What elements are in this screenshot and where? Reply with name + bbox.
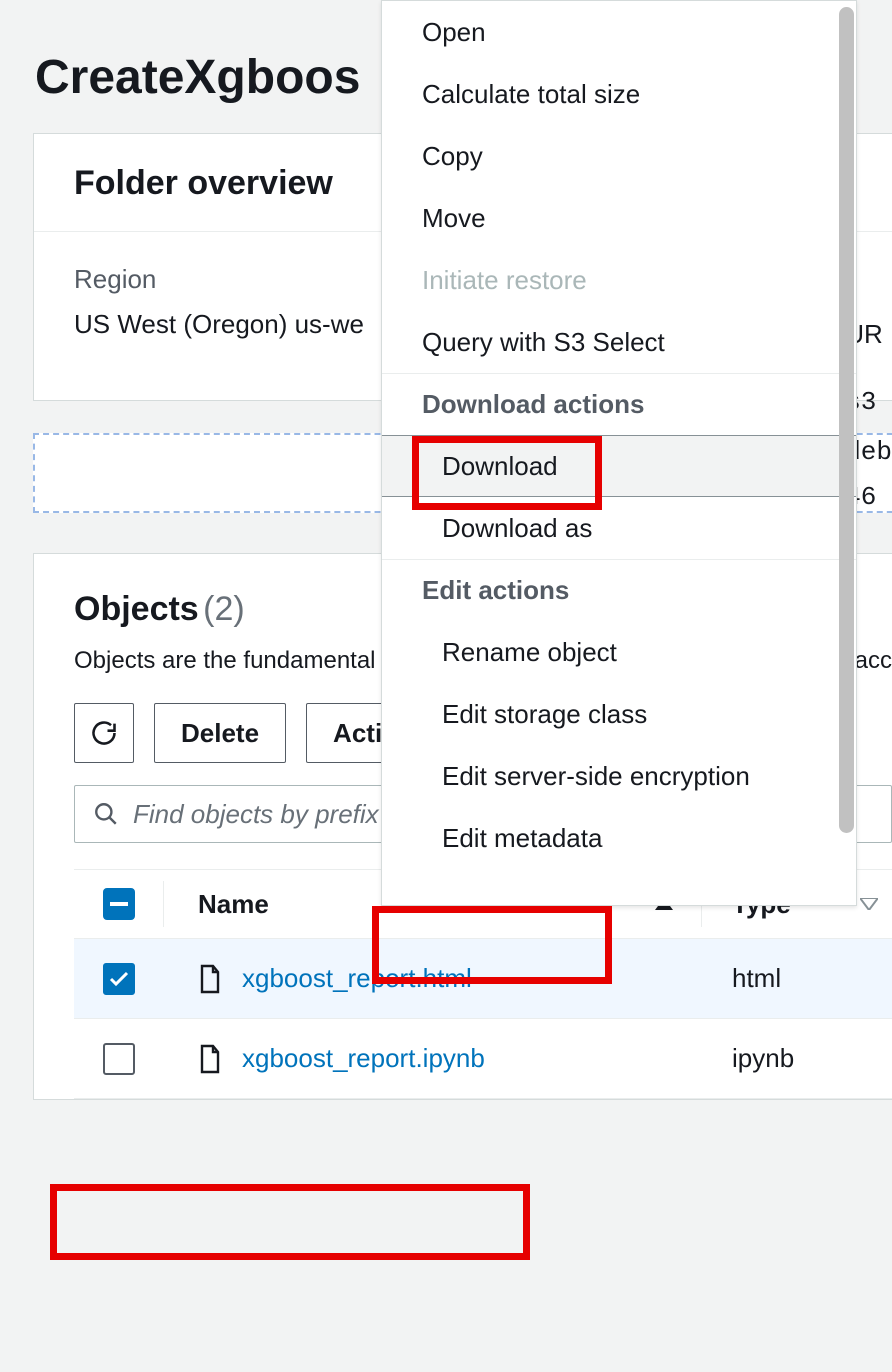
- annotation-highlight-row: [50, 1184, 530, 1260]
- menu-item-download-as[interactable]: Download as: [382, 497, 856, 559]
- menu-item-move[interactable]: Move: [382, 187, 856, 249]
- select-all-checkbox[interactable]: [74, 881, 164, 927]
- objects-description-prefix: Objects are the fundamental: [74, 647, 376, 674]
- menu-section-download: Download actions: [382, 373, 856, 435]
- menu-item-edit-metadata[interactable]: Edit metadata: [382, 807, 856, 869]
- search-icon: [93, 801, 119, 827]
- file-cell: xgboost_report.ipynb: [164, 1043, 702, 1074]
- menu-section-edit: Edit actions: [382, 559, 856, 621]
- delete-button[interactable]: Delete: [154, 703, 286, 763]
- column-name-label: Name: [198, 889, 269, 920]
- file-link[interactable]: xgboost_report.html: [242, 963, 472, 994]
- checkbox-unchecked-icon: [103, 1043, 135, 1075]
- objects-title: Objects: [74, 590, 199, 628]
- actions-dropdown-menu: Open Calculate total size Copy Move Init…: [381, 0, 857, 906]
- scrollbar-thumb[interactable]: [839, 7, 854, 833]
- menu-item-edit-sse[interactable]: Edit server-side encryption: [382, 745, 856, 807]
- table-row[interactable]: xgboost_report.ipynb ipynb: [74, 1019, 892, 1099]
- menu-item-calculate-size[interactable]: Calculate total size: [382, 63, 856, 125]
- file-icon: [198, 1044, 222, 1074]
- file-icon: [198, 964, 222, 994]
- checkbox-indeterminate-icon: [103, 888, 135, 920]
- file-link[interactable]: xgboost_report.ipynb: [242, 1043, 485, 1074]
- menu-item-initiate-restore: Initiate restore: [382, 249, 856, 311]
- objects-count: (2): [203, 590, 245, 628]
- refresh-button[interactable]: [74, 703, 134, 763]
- row-checkbox[interactable]: [74, 1036, 164, 1082]
- refresh-icon: [90, 719, 118, 747]
- file-cell: xgboost_report.html: [164, 963, 702, 994]
- menu-item-open[interactable]: Open: [382, 1, 856, 63]
- menu-item-query-s3-select[interactable]: Query with S3 Select: [382, 311, 856, 373]
- file-type: html: [702, 963, 892, 994]
- row-checkbox[interactable]: [74, 956, 164, 1002]
- checkbox-checked-icon: [103, 963, 135, 995]
- file-type: ipynb: [702, 1043, 892, 1074]
- menu-item-rename[interactable]: Rename object: [382, 621, 856, 683]
- menu-item-edit-storage-class[interactable]: Edit storage class: [382, 683, 856, 745]
- menu-item-download[interactable]: Download: [382, 435, 856, 497]
- objects-description-suffix: acc: [855, 647, 892, 675]
- sort-desc-icon: [860, 898, 878, 910]
- table-row[interactable]: xgboost_report.html html: [74, 939, 892, 1019]
- menu-item-copy[interactable]: Copy: [382, 125, 856, 187]
